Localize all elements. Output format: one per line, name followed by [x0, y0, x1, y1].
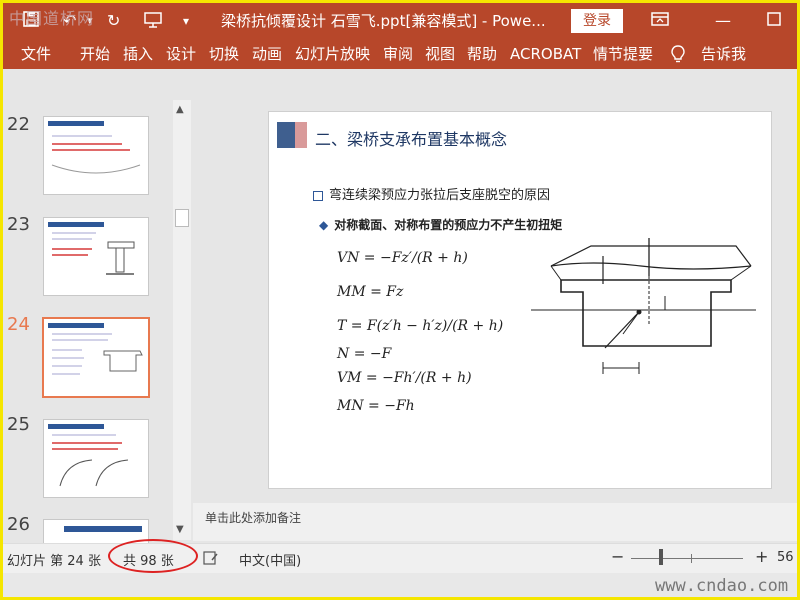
tab-slideshow[interactable]: 幻灯片放映	[295, 39, 370, 69]
scroll-down-icon[interactable]: ▼	[176, 524, 184, 535]
tab-insert[interactable]: 插入	[123, 39, 153, 69]
tab-design[interactable]: 设计	[166, 39, 196, 69]
tab-help[interactable]: 帮助	[467, 39, 497, 69]
slide-number: 25	[7, 414, 30, 435]
watermark-logo: 中国道桥网	[9, 9, 95, 28]
equation: VM = −Fh′/(R + h)	[337, 370, 472, 386]
scrollbar-thumb[interactable]	[175, 209, 189, 227]
slide-position-status: 幻灯片 第 24 张	[7, 554, 101, 569]
title-accent-bar	[295, 122, 307, 148]
minimize-icon[interactable]: —	[715, 11, 731, 31]
equation: MM = Fz	[337, 284, 404, 300]
slide-thumbnail-24[interactable]	[42, 317, 150, 398]
notes-pane[interactable]: 单击此处添加备注	[193, 503, 797, 541]
tab-animations[interactable]: 动画	[252, 39, 282, 69]
highlight-circle	[108, 539, 198, 573]
tab-review[interactable]: 审阅	[383, 39, 413, 69]
ribbon-tab-bar: 文件 开始 插入 设计 切换 动画 幻灯片放映 审阅 视图 帮助 ACROBAT…	[3, 39, 797, 69]
zoom-out-icon[interactable]: −	[611, 547, 624, 566]
slide-sub-bullet[interactable]: ◆ 对称截面、对称布置的预应力不产生初扭矩	[319, 216, 562, 233]
slide-thumbnail-pane: 22 23 24 25 26	[3, 100, 173, 551]
zoom-level[interactable]: 56	[777, 550, 794, 565]
slide-thumbnail-22[interactable]	[43, 116, 149, 195]
title-accent-bar	[277, 122, 295, 148]
equation: T = F(z′h − h′z)/(R + h)	[337, 318, 504, 334]
thumbnail-scrollbar[interactable]: ▲ ▼	[173, 100, 191, 540]
lightbulb-icon[interactable]	[671, 39, 685, 69]
tell-me-search[interactable]: 告诉我	[701, 39, 746, 69]
scroll-up-icon[interactable]: ▲	[176, 104, 184, 115]
slide-thumbnail-25[interactable]	[43, 419, 149, 498]
slide-number: 23	[7, 214, 30, 235]
equation: VN = −Fz′/(R + h)	[337, 250, 468, 266]
zoom-slider-knob[interactable]	[659, 549, 663, 565]
square-bullet-icon	[313, 190, 323, 201]
tab-storyboard[interactable]: 情节提要	[593, 39, 653, 69]
diamond-bullet-icon: ◆	[319, 218, 329, 232]
app-window: ↶ ▾ ↻ ▾ 梁桥抗倾覆设计 石雪飞.ppt[兼容模式] - Powe... …	[0, 0, 800, 600]
ribbon-display-icon[interactable]	[651, 11, 669, 32]
tab-view[interactable]: 视图	[425, 39, 455, 69]
tab-file[interactable]: 文件	[21, 39, 51, 69]
slide-thumbnail-23[interactable]	[43, 217, 149, 296]
cross-section-figure	[531, 238, 756, 374]
title-bar: ↶ ▾ ↻ ▾ 梁桥抗倾覆设计 石雪飞.ppt[兼容模式] - Powe... …	[3, 3, 797, 39]
accessibility-check-icon[interactable]	[203, 550, 219, 570]
zoom-in-icon[interactable]: +	[755, 547, 768, 566]
login-button[interactable]: 登录	[571, 9, 623, 33]
zoom-slider-center-mark	[691, 554, 692, 563]
tab-transitions[interactable]: 切换	[209, 39, 239, 69]
slide-bullet[interactable]: 弯连续梁预应力张拉后支座脱空的原因	[313, 184, 550, 203]
slide-title[interactable]: 二、梁桥支承布置基本概念	[315, 126, 507, 150]
slide-number: 22	[7, 114, 30, 135]
language-status[interactable]: 中文(中国)	[239, 550, 301, 569]
customize-toolbar-icon[interactable]: ▾	[183, 11, 189, 31]
notes-placeholder[interactable]: 单击此处添加备注	[205, 509, 301, 526]
present-icon[interactable]	[143, 11, 163, 34]
maximize-icon[interactable]	[767, 11, 781, 31]
watermark-url: www.cndao.com	[655, 576, 789, 596]
slide-number: 26	[7, 514, 30, 535]
current-slide[interactable]: 二、梁桥支承布置基本概念 弯连续梁预应力张拉后支座脱空的原因 ◆ 对称截面、对称布…	[268, 111, 772, 489]
equation: N = −F	[337, 346, 392, 362]
tab-acrobat[interactable]: ACROBAT	[510, 39, 581, 69]
redo-icon[interactable]: ↻	[107, 11, 120, 31]
tab-home[interactable]: 开始	[80, 39, 110, 69]
document-title: 梁桥抗倾覆设计 石雪飞.ppt[兼容模式] - Powe...	[221, 12, 546, 30]
equation: MN = −Fh	[337, 398, 415, 414]
zoom-slider-track[interactable]	[631, 558, 743, 559]
slide-number: 24	[7, 314, 30, 335]
